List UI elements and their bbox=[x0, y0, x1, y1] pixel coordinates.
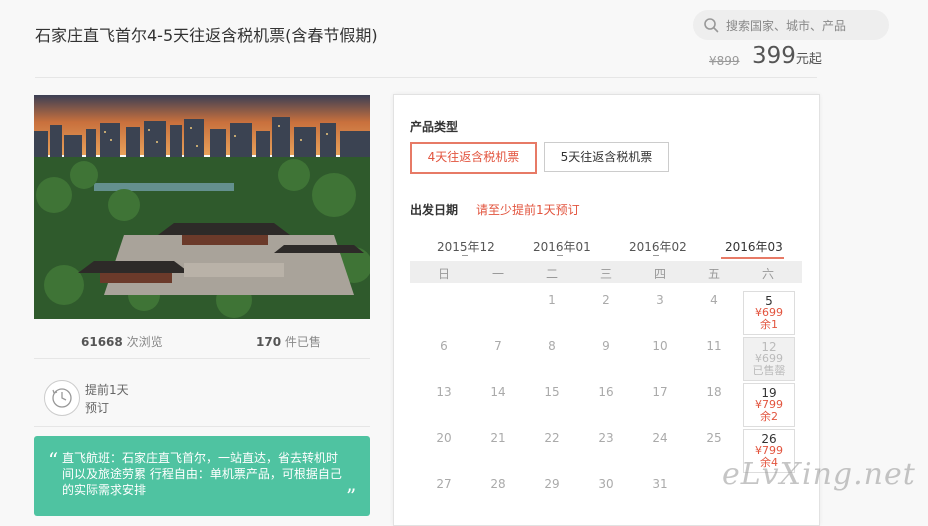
view-count-number: 61668 bbox=[81, 335, 123, 349]
calendar-day: 30 bbox=[598, 477, 614, 491]
calendar-day: 10 bbox=[652, 339, 668, 353]
calendar-day: 21 bbox=[490, 431, 506, 445]
search-icon bbox=[704, 18, 719, 33]
calendar-day: 16 bbox=[598, 385, 614, 399]
calendar-day: 2 bbox=[602, 293, 610, 307]
option-5-day[interactable]: 5天往返含税机票 bbox=[544, 142, 669, 172]
calendar-day: 27 bbox=[436, 477, 452, 491]
calendar-day: 28 bbox=[490, 477, 506, 491]
open-quote-icon: “ bbox=[48, 448, 59, 472]
calendar-day: 7 bbox=[494, 339, 502, 353]
month-tab-2016-01[interactable]: 2016年01 bbox=[533, 238, 591, 255]
calendar-day: 9 bbox=[602, 339, 610, 353]
calendar-day: 29 bbox=[544, 477, 560, 491]
page-title: 石家庄直飞首尔4-5天往返含税机票(含春节假期) bbox=[35, 26, 378, 45]
booking-notice-line2: 预订 bbox=[85, 401, 110, 415]
calendar-day: 1 bbox=[548, 293, 556, 307]
current-price-value: 399 bbox=[752, 43, 796, 69]
weekday-tue: 二 bbox=[545, 267, 558, 281]
stats-divider bbox=[34, 358, 370, 359]
calendar-day: 13 bbox=[436, 385, 452, 399]
weekday-sat: 六 bbox=[761, 267, 774, 281]
current-price: 399元起 bbox=[752, 43, 822, 69]
booking-notice: 提前1天 预订 bbox=[85, 381, 129, 417]
view-count-label: 次浏览 bbox=[126, 335, 163, 349]
clock-icon bbox=[44, 380, 80, 416]
sold-count-number: 170 bbox=[256, 335, 282, 349]
original-price: ¥899 bbox=[709, 54, 740, 68]
month-marker bbox=[653, 255, 659, 256]
calendar-day: 24 bbox=[652, 431, 668, 445]
departure-date-label: 出发日期 bbox=[410, 203, 459, 217]
calendar-day: 14 bbox=[490, 385, 506, 399]
sold-count: 170 件已售 bbox=[256, 333, 321, 350]
weekday-sun: 日 bbox=[437, 267, 450, 281]
view-count: 61668 次浏览 bbox=[81, 333, 163, 350]
weekday-thu: 四 bbox=[653, 267, 666, 281]
calendar-day-available[interactable]: 5 ¥699 余1 bbox=[743, 291, 795, 335]
calendar-day: 23 bbox=[598, 431, 614, 445]
option-4-day[interactable]: 4天往返含税机票 bbox=[410, 142, 537, 174]
calendar-day: 6 bbox=[440, 339, 448, 353]
notice-divider bbox=[34, 426, 370, 427]
month-tab-2016-02[interactable]: 2016年02 bbox=[629, 238, 687, 255]
highlights-box: “ 直飞航班：石家庄直飞首尔，一站直达，省去转机时间以及旅途劳累 行程自由：单机… bbox=[34, 436, 370, 516]
watermark: eLvXing.net bbox=[722, 457, 916, 492]
header-divider bbox=[35, 77, 817, 78]
cell-stock: 余1 bbox=[760, 318, 778, 331]
cell-stock: 余2 bbox=[760, 410, 778, 423]
close-quote-icon: ” bbox=[346, 484, 357, 508]
calendar-day: 11 bbox=[706, 339, 722, 353]
calendar-day-sold-out: 12 ¥699 已售罄 bbox=[743, 337, 795, 381]
weekday-wed: 三 bbox=[599, 267, 612, 281]
price-unit: 元起 bbox=[795, 52, 822, 67]
weekday-fri: 五 bbox=[707, 267, 720, 281]
product-type-label: 产品类型 bbox=[410, 120, 459, 134]
month-tab-2016-03[interactable]: 2016年03 bbox=[725, 238, 783, 255]
weekday-mon: 一 bbox=[491, 267, 504, 281]
month-selected-underline bbox=[721, 257, 784, 259]
calendar-day-available[interactable]: 19 ¥799 余2 bbox=[743, 383, 795, 427]
departure-hint: 请至少提前1天预订 bbox=[476, 203, 580, 217]
seoul-palace-image bbox=[34, 95, 370, 319]
calendar-day: 17 bbox=[652, 385, 668, 399]
calendar-day: 31 bbox=[652, 477, 668, 491]
search-box[interactable]: 搜索国家、城市、产品 bbox=[693, 10, 889, 40]
highlights-text: 直飞航班：石家庄直飞首尔，一站直达，省去转机时间以及旅途劳累 行程自由：单机票产… bbox=[62, 451, 342, 497]
month-marker bbox=[557, 255, 563, 256]
booking-notice-line1: 提前1天 bbox=[85, 383, 129, 397]
calendar-day: 3 bbox=[656, 293, 664, 307]
calendar-day: 18 bbox=[706, 385, 722, 399]
calendar-day: 15 bbox=[544, 385, 560, 399]
calendar-day: 4 bbox=[710, 293, 718, 307]
calendar-day: 20 bbox=[436, 431, 452, 445]
month-marker bbox=[462, 255, 468, 256]
calendar-day: 25 bbox=[706, 431, 722, 445]
cell-stock: 已售罄 bbox=[752, 364, 786, 377]
calendar-day: 22 bbox=[544, 431, 560, 445]
search-placeholder[interactable]: 搜索国家、城市、产品 bbox=[726, 17, 846, 34]
month-tab-2015-12[interactable]: 2015年12 bbox=[437, 238, 495, 255]
product-photo bbox=[34, 95, 370, 319]
sold-count-label: 件已售 bbox=[284, 335, 321, 349]
calendar-day: 8 bbox=[548, 339, 556, 353]
